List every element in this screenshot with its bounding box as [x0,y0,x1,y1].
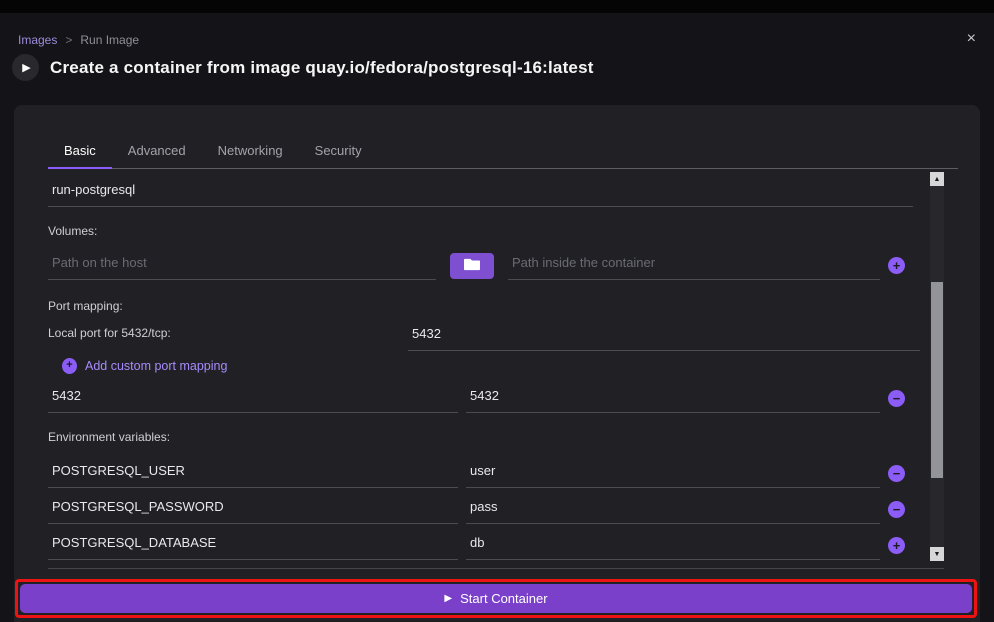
run-image-form-panel: Basic Advanced Networking Security Volum… [14,105,980,622]
annotation-highlight: ▶ Start Container [15,579,977,618]
add-env-row-button[interactable]: + [888,537,905,554]
run-image-icon: ▶ [12,54,39,81]
local-port-row: Local port for 5432/tcp: [48,320,920,351]
scroll-down-icon[interactable]: ▼ [930,547,944,561]
custom-port-row: − [48,382,905,413]
scrollbar-thumb[interactable] [931,282,943,478]
custom-port-container-input[interactable] [466,382,880,413]
scroll-up-icon[interactable]: ▲ [930,172,944,186]
env-name-input-1[interactable] [48,493,458,524]
breadcrumb-separator: > [65,33,72,47]
title-row: ▶ Create a container from image quay.io/… [12,54,594,81]
env-name-input-0[interactable] [48,457,458,488]
folder-icon [464,258,480,274]
breadcrumb-current: Run Image [80,33,139,47]
start-container-button[interactable]: ▶ Start Container [20,584,972,613]
form-scrollbar[interactable]: ▲ ▼ [930,172,944,561]
remove-port-mapping-button[interactable]: − [888,390,905,407]
container-name-row [48,176,913,207]
env-row: − [48,457,905,488]
close-icon[interactable]: × [965,29,978,49]
local-port-label: Local port for 5432/tcp: [48,326,408,351]
remove-env-row-button-0[interactable]: − [888,465,905,482]
top-strip [0,0,994,13]
add-custom-port-mapping-label: Add custom port mapping [85,359,227,373]
tab-advanced[interactable]: Advanced [112,135,202,168]
play-icon: ▶ [444,593,452,604]
run-image-page: Images > Run Image × ▶ Create a containe… [0,0,994,622]
page-title: Create a container from image quay.io/fe… [50,58,594,78]
play-icon: ▶ [22,61,30,74]
local-port-input[interactable] [408,320,920,351]
volume-host-path-input[interactable] [48,249,436,280]
environment-variables-label: Environment variables: [48,430,170,444]
tab-security[interactable]: Security [299,135,378,168]
tab-networking[interactable]: Networking [202,135,299,168]
browse-folder-button[interactable] [450,253,494,279]
remove-env-row-button-1[interactable]: − [888,501,905,518]
add-volume-button[interactable]: + [888,257,905,274]
breadcrumb: Images > Run Image [18,33,139,47]
env-value-input-1[interactable] [466,493,880,524]
start-container-label: Start Container [460,591,547,606]
env-name-input-2[interactable] [48,529,458,560]
custom-port-host-input[interactable] [48,382,458,413]
env-value-input-2[interactable] [466,529,880,560]
volume-row: + [48,249,905,280]
tab-basic[interactable]: Basic [48,135,112,169]
volume-container-path-input[interactable] [508,249,880,280]
form-divider [48,568,944,569]
port-mapping-label: Port mapping: [48,299,123,313]
env-row: − [48,493,905,524]
env-row: + [48,529,905,560]
volumes-label: Volumes: [48,224,97,238]
add-custom-port-mapping-button[interactable]: + Add custom port mapping [62,358,227,374]
env-value-input-0[interactable] [466,457,880,488]
tab-bar: Basic Advanced Networking Security [48,135,958,169]
container-name-input[interactable] [48,176,913,207]
breadcrumb-images-link[interactable]: Images [18,33,57,47]
plus-icon: + [62,358,77,374]
